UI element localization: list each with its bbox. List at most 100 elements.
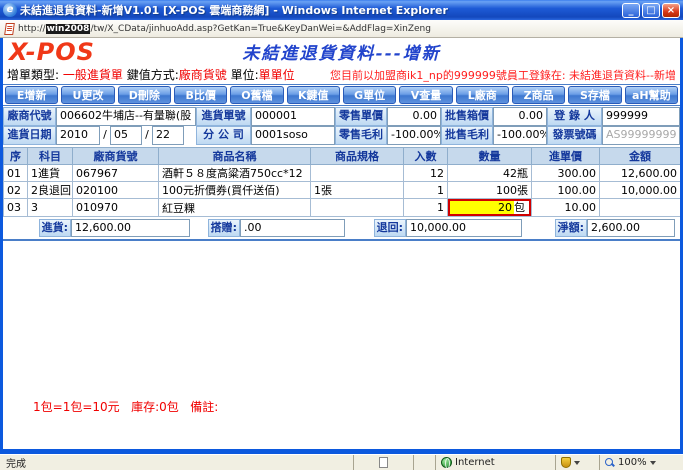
cell-unit-price: 100.00 [532,182,600,199]
vendor-code-input[interactable]: 006602牛埔店--有量聯(股 [56,107,196,126]
status-text: 完成 [0,455,353,470]
toolbar: E增新 U更改 D刪除 B比價 O舊檔 K鍵值 G單位 V查量 L廠商 Z商品 … [3,84,680,106]
protected-mode-menu[interactable] [555,455,599,470]
key-value-button[interactable]: K鍵值 [287,86,340,104]
status-doc-section [353,455,413,470]
col-quantity: 數量 [448,148,532,165]
invoice-no-input[interactable]: AS99999999 [602,126,680,145]
cell-seq: 03 [4,199,28,217]
cell-amount: 12,600.00 [600,165,681,182]
cell-vendor-code: 010970 [73,199,159,217]
security-zone: Internet [435,455,555,470]
address-url[interactable]: http://win2008/tw/X_CData/jinhuoAdd.asp?… [18,24,431,34]
delete-button[interactable]: D刪除 [118,86,171,104]
minimize-button[interactable]: _ [622,3,640,18]
cell-product-name: 酒軒５８度高粱酒750cc*12 [159,165,311,182]
address-bar[interactable]: http://win2008/tw/X_CData/jinhuoAdd.asp?… [0,20,683,38]
old-file-button[interactable]: O舊檔 [230,86,283,104]
cell-product-name: 100元折價券(買仟送佰) [159,182,311,199]
cell-amount: 10,000.00 [600,182,681,199]
compare-price-button[interactable]: B比價 [174,86,227,104]
table-row[interactable]: 03 3 010970 紅豆粿 1 20 包 10.00 [4,199,681,217]
wholesale-box-price-value: 0.00 [493,107,547,126]
status-bar: 完成 Internet 100% [0,454,683,470]
cell-product-name: 紅豆粿 [159,199,311,217]
col-unit-price: 進單價 [532,148,600,165]
cell-quantity: 100張 [448,182,532,199]
cell-amount [600,199,681,217]
operator-label: 登 錄 人 [547,107,602,126]
key-value: 廠商貨號 [179,68,227,82]
unit-button[interactable]: G單位 [343,86,396,104]
totals-row: 進貨: 12,600.00 搭贈: .00 退回: 10,000.00 淨額: … [3,217,680,241]
form-gap [184,126,196,145]
cell-vendor-code: 020100 [73,182,159,199]
cell-unit-price: 10.00 [532,199,600,217]
chevron-down-icon [650,461,656,465]
zoom-control[interactable]: 100% [599,455,683,470]
url-path: /tw/X_CData/jinhuoAdd.asp?GetKan=True&Ke… [90,24,431,34]
cell-subject: 2良退回 [28,182,73,199]
zone-label: Internet [455,457,495,468]
xpos-logo: X-POS [3,39,133,65]
page-content: X-POS 未結進退貨資料---增新 增單類型: 一般進貨單 鍵值方式:廠商貨號… [3,38,680,449]
col-amount: 金額 [600,148,681,165]
form-row-1: 廠商代號 006602牛埔店--有量聯(股 進貨單號 000001 零售單價 0… [3,107,680,126]
gift-total-label: 搭贈: [208,219,240,237]
cell-seq: 01 [4,165,28,182]
vendor-button[interactable]: L廠商 [456,86,509,104]
retail-margin-label: 零售毛利 [335,126,387,145]
branch-input[interactable]: 0001soso [251,126,335,145]
wholesale-margin-label: 批售毛利 [441,126,493,145]
cell-qty-in: 1 [404,199,448,217]
date-year-input[interactable]: 2010 [56,126,100,145]
date-month-input[interactable]: 05 [110,126,142,145]
close-button[interactable]: × [662,3,680,18]
wholesale-box-price-label: 批售箱價 [441,107,493,126]
retail-price-label: 零售單價 [335,107,387,126]
add-button[interactable]: E增新 [5,86,58,104]
table-header-row: 序 科目 廠商貨號 商品名稱 商品規格 入數 數量 進單價 金額 [4,148,681,165]
cell-spec [311,165,404,182]
items-table: 序 科目 廠商貨號 商品名稱 商品規格 入數 數量 進單價 金額 01 1進貨 … [3,147,680,217]
purchase-date-label: 進貨日期 [3,126,56,145]
vendor-code-label: 廠商代號 [3,107,56,126]
status-empty-section [413,455,435,470]
maximize-button[interactable]: □ [642,3,660,18]
col-seq: 序 [4,148,28,165]
cell-unit-price: 300.00 [532,165,600,182]
url-prefix: http:// [18,24,46,34]
update-button[interactable]: U更改 [61,86,114,104]
quantity-input[interactable]: 20 [450,201,514,214]
branch-label: 分 公 司 [196,126,251,145]
operator-input[interactable]: 999999 [602,107,680,126]
cell-seq: 02 [4,182,28,199]
save-button[interactable]: S存檔 [568,86,621,104]
check-qty-button[interactable]: V查量 [399,86,452,104]
invoice-no-label: 發票號碼 [547,126,602,145]
col-subject: 科目 [28,148,73,165]
form-row-2: 進貨日期 2010 / 05 / 22 分 公 司 0001soso 零售毛利 … [3,126,680,145]
order-no-input[interactable]: 000001 [251,107,335,126]
cell-qty-in: 1 [404,182,448,199]
col-qty-in: 入數 [404,148,448,165]
page-header: X-POS 未結進退貨資料---增新 [3,38,680,65]
info-row: 增單類型: 一般進貨單 鍵值方式:廠商貨號 單位:單單位 您目前以加盟商ik1_… [3,65,680,84]
key-label: 鍵值方式: [123,68,179,82]
zoom-icon [605,458,615,468]
date-separator: / [142,126,152,145]
product-button[interactable]: Z商品 [512,86,565,104]
purchase-total-value: 12,600.00 [71,219,190,237]
login-info: 您目前以加盟商ik1_np的999999號員工登錄在: 未結進退貨資料--新增 [330,67,676,83]
page-title: 未結進退貨資料---增新 [133,39,550,64]
browser-window: e 未結進退貨資料-新增V1.01 [X-POS 雲端商務網] - Window… [0,0,683,470]
net-total-label: 淨額: [555,219,587,237]
internet-globe-icon [441,457,452,468]
window-title: 未結進退貨資料-新增V1.01 [X-POS 雲端商務網] - Windows … [20,2,620,18]
quantity-unit: 包 [514,201,529,214]
order-form: 廠商代號 006602牛埔店--有量聯(股 進貨單號 000001 零售單價 0… [3,106,680,146]
help-button[interactable]: aH幫助 [625,86,678,104]
table-row[interactable]: 01 1進貨 067967 酒軒５８度高粱酒750cc*12 12 42瓶 30… [4,165,681,182]
date-day-input[interactable]: 22 [152,126,184,145]
table-row[interactable]: 02 2良退回 020100 100元折價券(買仟送佰) 1張 1 100張 1… [4,182,681,199]
